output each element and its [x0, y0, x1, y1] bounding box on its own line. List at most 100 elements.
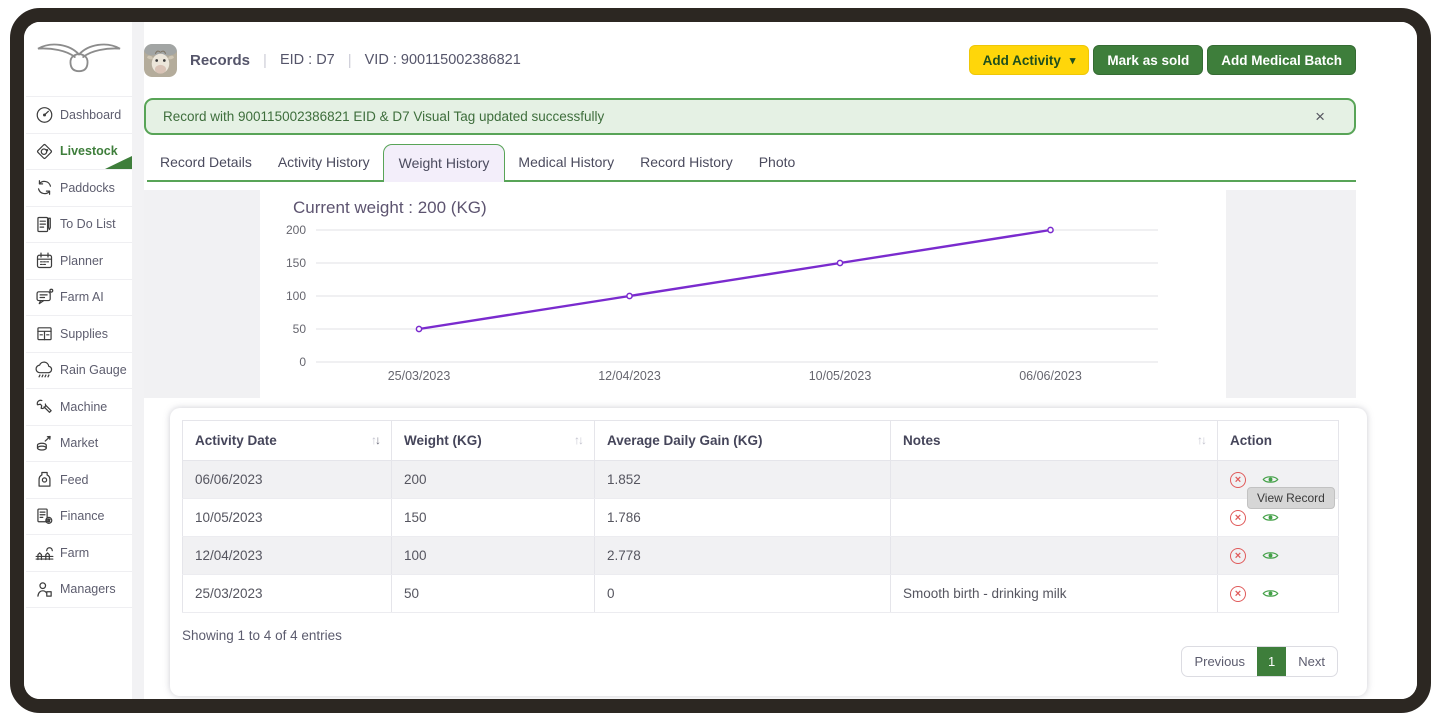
- svg-text:25/03/2023: 25/03/2023: [388, 369, 451, 383]
- cell-notes: Smooth birth - drinking milk: [891, 575, 1218, 613]
- divider: |: [348, 52, 352, 69]
- sidebar-item-rain-gauge[interactable]: Rain Gauge: [26, 352, 132, 389]
- sidebar-item-farm[interactable]: Farm: [26, 534, 132, 571]
- showing-entries-text: Showing 1 to 4 of 4 entries: [182, 628, 342, 643]
- sidebar-item-label: Machine: [60, 400, 107, 414]
- view-record-icon[interactable]: [1262, 474, 1279, 485]
- sidebar-item-market[interactable]: Market: [26, 425, 132, 462]
- header-row: Activity Date↑↓Weight (KG)↑↓Average Dail…: [183, 421, 1339, 461]
- sidebar-item-label: To Do List: [60, 217, 116, 231]
- tab-photo[interactable]: Photo: [746, 144, 809, 180]
- sidebar-item-label: Finance: [60, 509, 104, 523]
- svg-text:06/06/2023: 06/06/2023: [1019, 369, 1082, 383]
- delete-record-icon[interactable]: ×: [1230, 510, 1246, 526]
- cell-weight: 200: [392, 461, 595, 499]
- sidebar-item-finance[interactable]: Finance: [26, 498, 132, 535]
- sidebar-item-to-do-list[interactable]: To Do List: [26, 206, 132, 243]
- cell-weight: 50: [392, 575, 595, 613]
- column-header-activity-date[interactable]: Activity Date↑↓: [183, 421, 392, 461]
- svg-text:12/04/2023: 12/04/2023: [598, 369, 661, 383]
- previous-page-button[interactable]: Previous: [1182, 647, 1257, 676]
- svg-text:0: 0: [299, 355, 306, 369]
- next-page-button[interactable]: Next: [1286, 647, 1337, 676]
- tab-record-details[interactable]: Record Details: [147, 144, 265, 180]
- cell-notes: [891, 537, 1218, 575]
- sidebar-item-dashboard[interactable]: Dashboard: [26, 96, 132, 133]
- bull-logo-icon: [33, 36, 125, 83]
- farm-ai-icon: [33, 287, 55, 308]
- delete-record-icon[interactable]: ×: [1230, 586, 1246, 602]
- pagination: Previous 1 Next: [1181, 646, 1338, 677]
- managers-icon: [33, 579, 55, 600]
- sidebar-item-planner[interactable]: Planner: [26, 242, 132, 279]
- view-record-icon[interactable]: [1262, 512, 1279, 523]
- supplies-icon: [33, 323, 55, 344]
- cell-action: ×: [1218, 575, 1339, 613]
- view-record-icon[interactable]: [1262, 588, 1279, 599]
- cell-avg-daily-gain: 1.852: [595, 461, 891, 499]
- close-icon[interactable]: ×: [1315, 108, 1325, 125]
- sidebar-item-farm-ai[interactable]: Farm AI: [26, 279, 132, 316]
- add-medical-batch-button[interactable]: Add Medical Batch: [1207, 45, 1356, 75]
- divider: |: [263, 52, 267, 69]
- table-body: 06/06/2023 200 1.852 × 10/05/2023 150 1.…: [183, 461, 1339, 613]
- cell-avg-daily-gain: 2.778: [595, 537, 891, 575]
- sidebar: Dashboard Livestock Paddocks To Do List …: [26, 22, 132, 699]
- sidebar-item-paddocks[interactable]: Paddocks: [26, 169, 132, 206]
- tab-record-history[interactable]: Record History: [627, 144, 746, 180]
- dashboard-icon: [33, 104, 55, 125]
- app-window-frame: Dashboard Livestock Paddocks To Do List …: [10, 8, 1431, 713]
- svg-text:50: 50: [293, 322, 307, 336]
- sidebar-item-managers[interactable]: Managers: [26, 571, 132, 608]
- weight-line-chart: 05010015020025/03/202312/04/202310/05/20…: [260, 190, 1226, 398]
- delete-record-icon[interactable]: ×: [1230, 472, 1246, 488]
- record-header: Records | EID : D7 | VID : 9001150023868…: [144, 38, 1356, 82]
- svg-text:100: 100: [286, 289, 306, 303]
- record-tabs: Record DetailsActivity HistoryWeight His…: [147, 144, 1356, 182]
- success-alert: Record with 900115002386821 EID & D7 Vis…: [144, 98, 1356, 135]
- cell-activity-date: 12/04/2023: [183, 537, 392, 575]
- current-page-button[interactable]: 1: [1257, 647, 1286, 676]
- rain-gauge-icon: [33, 360, 55, 381]
- cell-notes: [891, 499, 1218, 537]
- mark-as-sold-button[interactable]: Mark as sold: [1093, 45, 1203, 75]
- mark-as-sold-label: Mark as sold: [1107, 53, 1189, 68]
- sidebar-item-label: Farm: [60, 546, 89, 560]
- sort-icon[interactable]: ↑↓: [574, 433, 582, 447]
- sidebar-item-label: Dashboard: [60, 108, 121, 122]
- tab-weight-history[interactable]: Weight History: [383, 144, 506, 182]
- view-record-icon[interactable]: [1262, 550, 1279, 561]
- sidebar-item-livestock[interactable]: Livestock: [26, 133, 132, 170]
- svg-text:150: 150: [286, 256, 306, 270]
- farm-icon: [33, 542, 55, 563]
- table-row: 12/04/2023 100 2.778 ×: [183, 537, 1339, 575]
- sidebar-item-label: Farm AI: [60, 290, 104, 304]
- sidebar-item-machine[interactable]: Machine: [26, 388, 132, 425]
- table-row: 06/06/2023 200 1.852 ×: [183, 461, 1339, 499]
- sidebar-item-supplies[interactable]: Supplies: [26, 315, 132, 352]
- cell-weight: 100: [392, 537, 595, 575]
- paddocks-icon: [33, 177, 55, 198]
- sidebar-item-label: Market: [60, 436, 98, 450]
- column-header-average-daily-gain-kg-: Average Daily Gain (KG): [595, 421, 891, 461]
- cell-avg-daily-gain: 0: [595, 575, 891, 613]
- market-icon: [33, 433, 55, 454]
- tab-medical-history[interactable]: Medical History: [505, 144, 627, 180]
- sidebar-divider: [132, 22, 144, 699]
- delete-record-icon[interactable]: ×: [1230, 548, 1246, 564]
- table-row: 25/03/2023 50 0 Smooth birth - drinking …: [183, 575, 1339, 613]
- sidebar-item-feed[interactable]: Feed: [26, 461, 132, 498]
- sidebar-item-label: Paddocks: [60, 181, 115, 195]
- header-actions: Add Activity ▾ Mark as sold Add Medical …: [969, 45, 1356, 75]
- machine-icon: [33, 396, 55, 417]
- tab-activity-history[interactable]: Activity History: [265, 144, 383, 180]
- sort-icon[interactable]: ↑↓: [371, 433, 379, 447]
- sort-icon[interactable]: ↑↓: [1197, 433, 1205, 447]
- vid-value: VID : 900115002386821: [365, 52, 521, 68]
- column-header-notes[interactable]: Notes↑↓: [891, 421, 1218, 461]
- column-header-weight-kg-[interactable]: Weight (KG)↑↓: [392, 421, 595, 461]
- weight-history-table: Activity Date↑↓Weight (KG)↑↓Average Dail…: [182, 420, 1339, 613]
- add-activity-button[interactable]: Add Activity ▾: [969, 45, 1090, 75]
- cell-activity-date: 25/03/2023: [183, 575, 392, 613]
- sidebar-item-label: Planner: [60, 254, 103, 268]
